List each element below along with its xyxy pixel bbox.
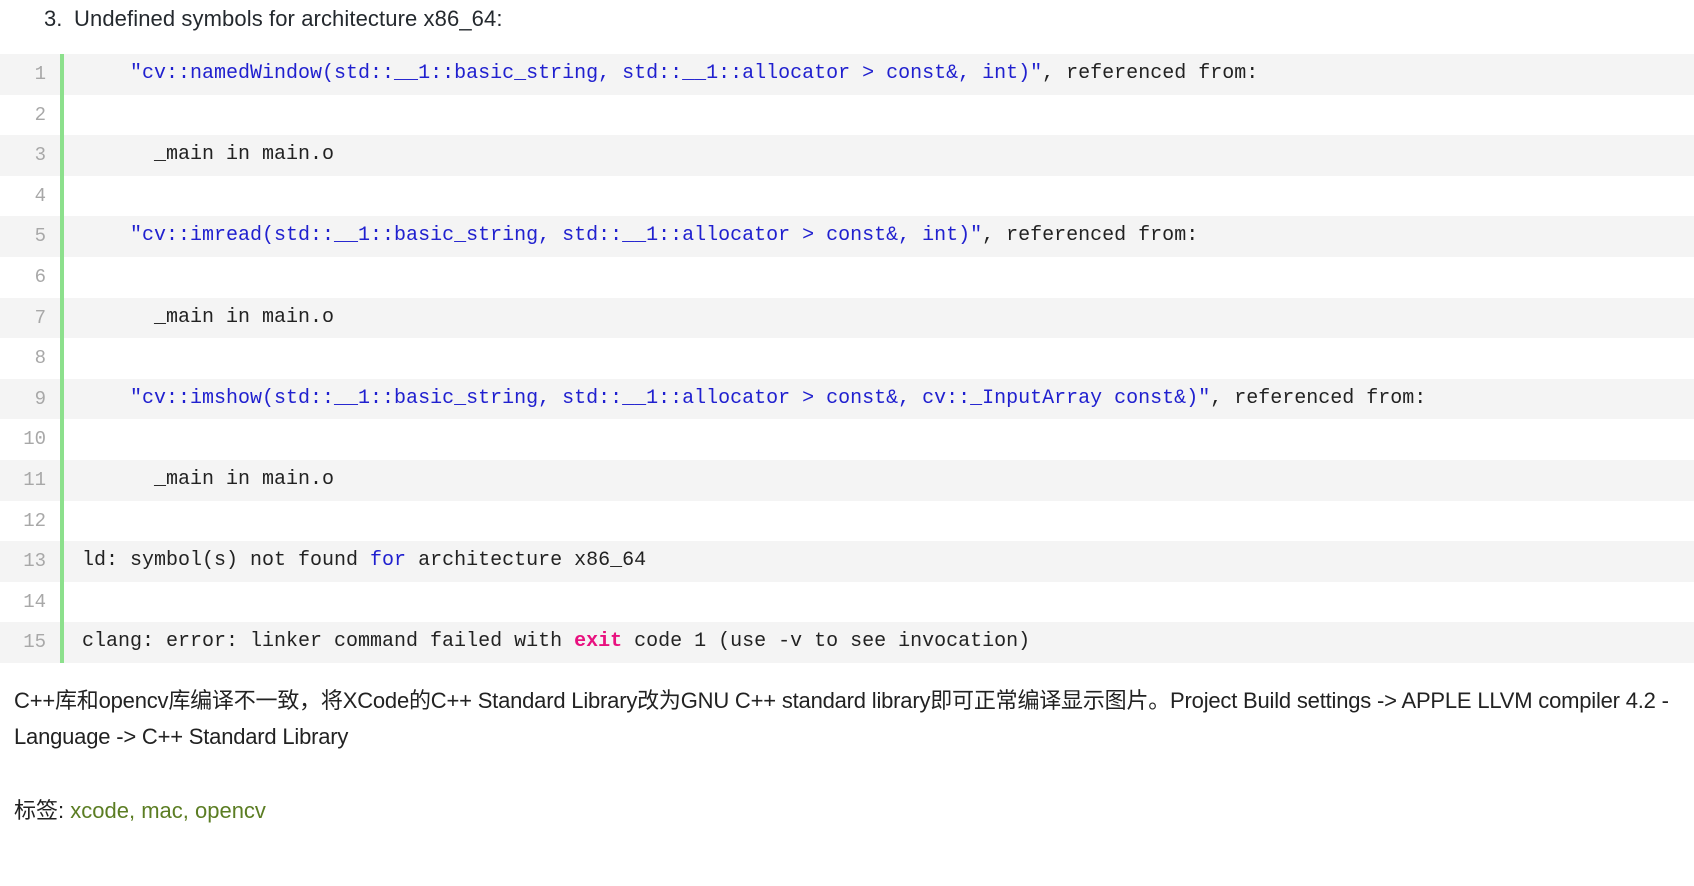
- line-number: 13: [0, 541, 62, 582]
- code-line: 13 ld: symbol(s) not found for architectu…: [0, 541, 1694, 582]
- code-line: 5 "cv::imread(std::__1::basic_string, st…: [0, 216, 1694, 257]
- code-line: 9 "cv::imshow(std::__1::basic_string, st…: [0, 378, 1694, 420]
- code-line-text: clang: error: linker command failed with…: [82, 623, 1693, 662]
- line-number: 12: [0, 500, 62, 542]
- code-line-content[interactable]: [60, 419, 1694, 460]
- code-line-content[interactable]: _main in main.o: [60, 459, 1694, 501]
- code-line: 4: [0, 175, 1694, 217]
- code-token: exit: [574, 630, 623, 654]
- numbered-heading: 3. Undefined symbols for architecture x8…: [0, 0, 1694, 44]
- code-line-content[interactable]: [60, 175, 1694, 217]
- article-page: 3. Undefined symbols for architecture x8…: [0, 0, 1694, 886]
- code-line-content[interactable]: _main in main.o: [60, 297, 1694, 339]
- code-token: ld: symbol(s) not found: [82, 549, 371, 573]
- code-token: "cv::imshow(std::__1::basic_string, std:…: [130, 386, 1211, 410]
- line-number: 3: [0, 135, 62, 176]
- code-line: 2: [0, 94, 1694, 136]
- code-token: _main in main.o: [82, 143, 335, 167]
- code-line-text: _main in main.o: [82, 136, 1693, 175]
- code-token: _main in main.o: [82, 305, 335, 329]
- code-token: , referenced from:: [982, 224, 1199, 248]
- line-number: 9: [0, 378, 62, 420]
- line-number: 1: [0, 54, 62, 95]
- line-number: 5: [0, 216, 62, 257]
- line-number: 11: [0, 459, 62, 501]
- tags-label: 标签:: [14, 797, 71, 823]
- code-line: 12: [0, 500, 1694, 542]
- heading-number: 3.: [44, 6, 63, 31]
- tag-link-opencv[interactable]: opencv: [195, 798, 266, 823]
- code-line: 3 _main in main.o: [0, 135, 1694, 176]
- code-token: , referenced from:: [1210, 386, 1427, 410]
- line-number: 8: [0, 338, 62, 379]
- line-number: 4: [0, 175, 62, 217]
- tag-separator: ,: [128, 797, 142, 823]
- code-token: architecture x86_64: [406, 549, 647, 573]
- code-token: , referenced from:: [1042, 62, 1259, 85]
- line-number: 2: [0, 94, 62, 136]
- code-line-content[interactable]: clang: error: linker command failed with…: [60, 622, 1694, 663]
- code-line-content[interactable]: "cv::imshow(std::__1::basic_string, std:…: [60, 378, 1694, 420]
- code-token: for: [370, 549, 407, 573]
- code-line-content[interactable]: "cv::namedWindow(std::__1::basic_string,…: [60, 54, 1694, 95]
- code-line-content[interactable]: [60, 256, 1694, 298]
- code-line: 1 "cv::namedWindow(std::__1::basic_strin…: [0, 54, 1694, 95]
- code-line-content[interactable]: [60, 500, 1694, 542]
- code-line-content[interactable]: [60, 338, 1694, 379]
- line-number: 6: [0, 256, 62, 298]
- code-token: _main in main.o: [82, 467, 335, 491]
- code-line: 10: [0, 419, 1694, 460]
- code-token: clang: error: linker command failed with: [82, 630, 575, 654]
- code-line: 11 _main in main.o: [0, 459, 1694, 501]
- code-line: 7 _main in main.o: [0, 297, 1694, 339]
- code-line: 6: [0, 256, 1694, 298]
- line-number: 14: [0, 581, 62, 623]
- heading-text: Undefined symbols for architecture x86_6…: [74, 6, 503, 31]
- code-line: 15 clang: error: linker command failed wi…: [0, 622, 1694, 663]
- code-line-text: _main in main.o: [82, 461, 1693, 500]
- tags-list: xcode, mac, opencv: [70, 798, 266, 823]
- code-block-body: 1 "cv::namedWindow(std::__1::basic_strin…: [0, 54, 1694, 663]
- code-line-text: ld: symbol(s) not found for architecture…: [82, 542, 1693, 581]
- line-number: 7: [0, 297, 62, 339]
- code-line-text: "cv::imread(std::__1::basic_string, std:…: [82, 217, 1693, 256]
- code-line: 8: [0, 338, 1694, 379]
- line-number: 10: [0, 419, 62, 460]
- tag-link-mac[interactable]: mac: [141, 798, 183, 823]
- code-line-text: "cv::imshow(std::__1::basic_string, std:…: [82, 380, 1693, 419]
- code-token: "cv::namedWindow(std::__1::basic_string,…: [130, 62, 1043, 85]
- code-line-content[interactable]: _main in main.o: [60, 135, 1694, 176]
- line-number: 15: [0, 622, 62, 663]
- code-line-content[interactable]: ld: symbol(s) not found for architecture…: [60, 541, 1694, 582]
- code-block[interactable]: 1 "cv::namedWindow(std::__1::basic_strin…: [0, 54, 1694, 663]
- code-line-content[interactable]: [60, 94, 1694, 136]
- tag-link-xcode[interactable]: xcode: [70, 798, 129, 823]
- code-token: code 1 (use -v to see invocation): [622, 630, 1031, 654]
- explanation-paragraph: C++库和opencv库编译不一致，将XCode的C++ Standard Li…: [14, 687, 1669, 749]
- code-line-content[interactable]: [60, 581, 1694, 623]
- code-token: "cv::imread(std::__1::basic_string, std:…: [130, 224, 983, 248]
- code-line-text: _main in main.o: [82, 299, 1693, 338]
- code-line-text: "cv::namedWindow(std::__1::basic_string,…: [82, 55, 1693, 94]
- code-line-content[interactable]: "cv::imread(std::__1::basic_string, std:…: [60, 216, 1694, 257]
- code-line: 14: [0, 581, 1694, 623]
- tag-separator: ,: [182, 797, 195, 823]
- tags-row: 标签: xcode, mac, opencv: [14, 793, 1694, 825]
